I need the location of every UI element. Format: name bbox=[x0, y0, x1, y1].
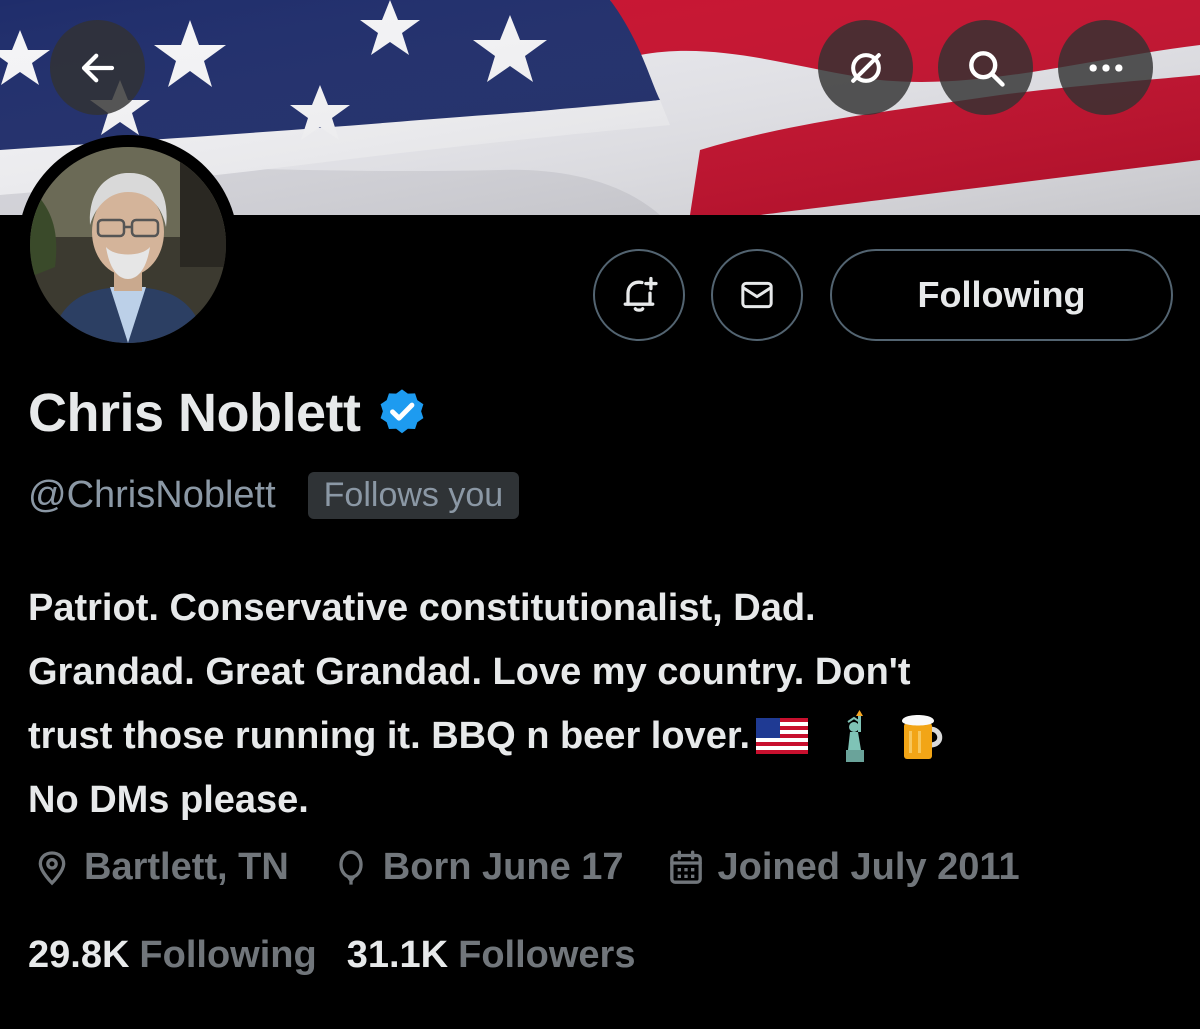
birthday-text: Born June 17 bbox=[382, 846, 624, 888]
back-button[interactable] bbox=[50, 20, 145, 115]
bio-line: Patriot. Conservative constitutionalist,… bbox=[28, 587, 816, 629]
notify-button[interactable] bbox=[593, 249, 685, 341]
bell-plus-icon bbox=[623, 276, 658, 312]
birthday-item: Born June 17 bbox=[331, 846, 624, 889]
following-button[interactable]: Following bbox=[830, 249, 1173, 341]
verified-badge-icon[interactable] bbox=[375, 386, 429, 440]
location-text: Bartlett, TN bbox=[84, 846, 289, 888]
grok-button[interactable] bbox=[818, 20, 913, 115]
bio-line: No DMs please. bbox=[28, 779, 309, 821]
handle-row: @ChrisNoblett Follows you bbox=[28, 472, 520, 519]
us-flag-emoji bbox=[756, 718, 809, 754]
location-item: Bartlett, TN bbox=[32, 846, 289, 889]
location-pin-icon bbox=[38, 850, 66, 885]
followers-count: 31.1K bbox=[346, 934, 449, 976]
bio-line-with-emojis: trust those running it. BBQ n beer lover… bbox=[28, 704, 1178, 768]
avatar[interactable] bbox=[18, 135, 238, 355]
followers-stat-link[interactable]: 31.1K Followers bbox=[347, 934, 636, 977]
following-stat-link[interactable]: 29.8K Following bbox=[28, 934, 317, 977]
joined-item: Joined July 2011 bbox=[666, 846, 1020, 889]
joined-text: Joined July 2011 bbox=[717, 846, 1020, 888]
following-label: Following bbox=[139, 934, 317, 976]
user-handle: @ChrisNoblett bbox=[28, 474, 276, 516]
beer-mug-emoji bbox=[900, 711, 948, 761]
statue-of-liberty-emoji bbox=[834, 710, 874, 762]
following-button-label: Following bbox=[917, 274, 1086, 315]
bio-line: trust those running it. BBQ n beer lover… bbox=[28, 715, 751, 757]
search-icon bbox=[968, 50, 1005, 87]
avatar-image bbox=[30, 147, 226, 343]
more-horizontal-icon bbox=[1089, 63, 1122, 72]
envelope-icon bbox=[741, 281, 773, 309]
following-count: 29.8K bbox=[28, 934, 130, 976]
bio-line: Grandad. Great Grandad. Love my country.… bbox=[28, 651, 911, 693]
profile-name-row: Chris Noblett bbox=[28, 382, 429, 444]
calendar-icon bbox=[669, 850, 702, 884]
profile-bio: Patriot. Conservative constitutionalist,… bbox=[28, 576, 1178, 832]
search-button[interactable] bbox=[938, 20, 1033, 115]
display-name: Chris Noblett bbox=[28, 383, 361, 443]
message-button[interactable] bbox=[711, 249, 803, 341]
follows-you-badge: Follows you bbox=[307, 472, 520, 519]
profile-meta: Bartlett, TN Born June 17 Joined July 20… bbox=[32, 846, 1062, 889]
followers-label: Followers bbox=[458, 934, 636, 976]
arrow-left-icon bbox=[81, 53, 114, 82]
more-button[interactable] bbox=[1058, 20, 1153, 115]
balloon-icon bbox=[339, 850, 363, 885]
profile-stats: 29.8K Following 31.1K Followers bbox=[28, 934, 665, 977]
grok-icon bbox=[850, 52, 881, 83]
